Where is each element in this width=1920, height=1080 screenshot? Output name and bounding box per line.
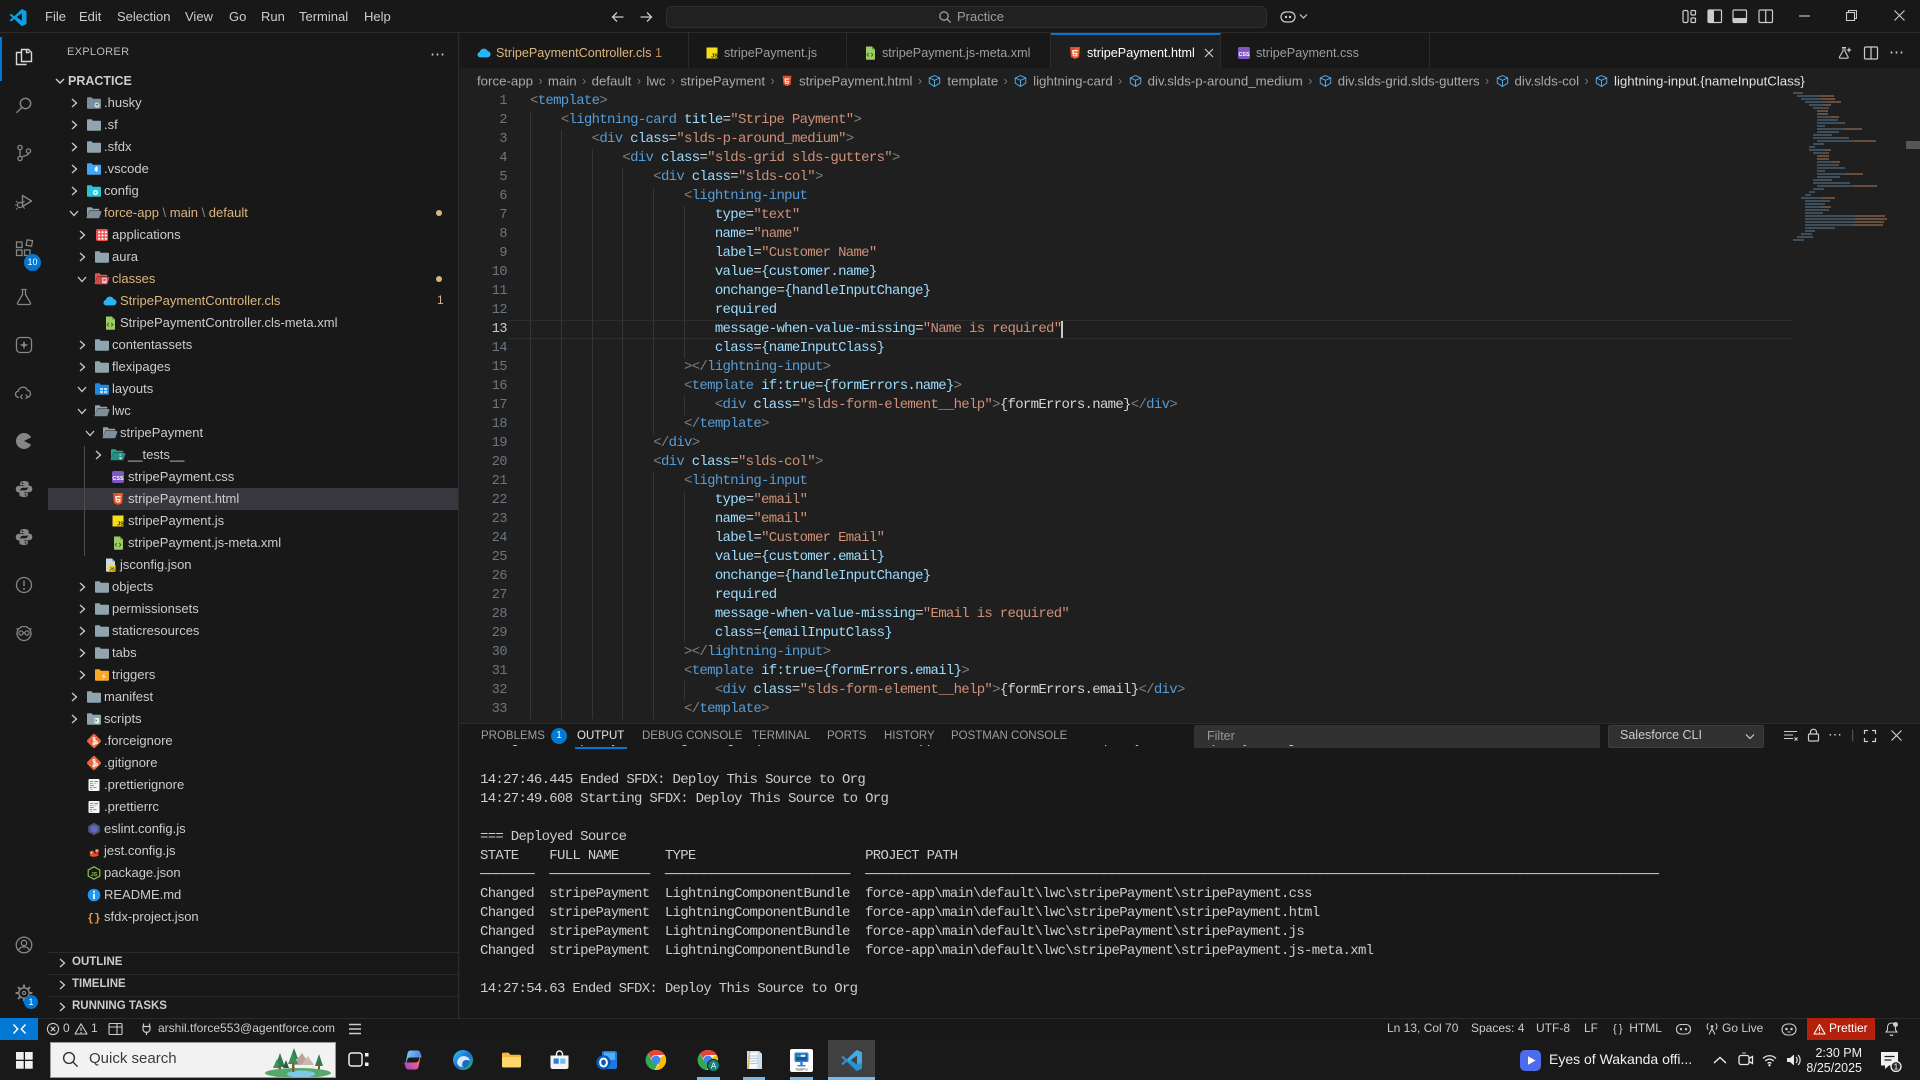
svg-text:CSS: CSS: [1238, 52, 1249, 58]
svg-text:JS: JS: [91, 872, 98, 878]
svg-text:{}: {}: [87, 913, 100, 925]
svg-text:TaskPro: TaskPro: [795, 1068, 807, 1072]
svg-text:JS: JS: [711, 54, 718, 60]
svg-text:JS: JS: [117, 522, 124, 528]
svg-text:1: 1: [1894, 1063, 1899, 1072]
svg-text:CSS: CSS: [112, 476, 123, 482]
svg-text:A: A: [711, 1061, 717, 1070]
svg-text:JS: JS: [109, 567, 115, 572]
